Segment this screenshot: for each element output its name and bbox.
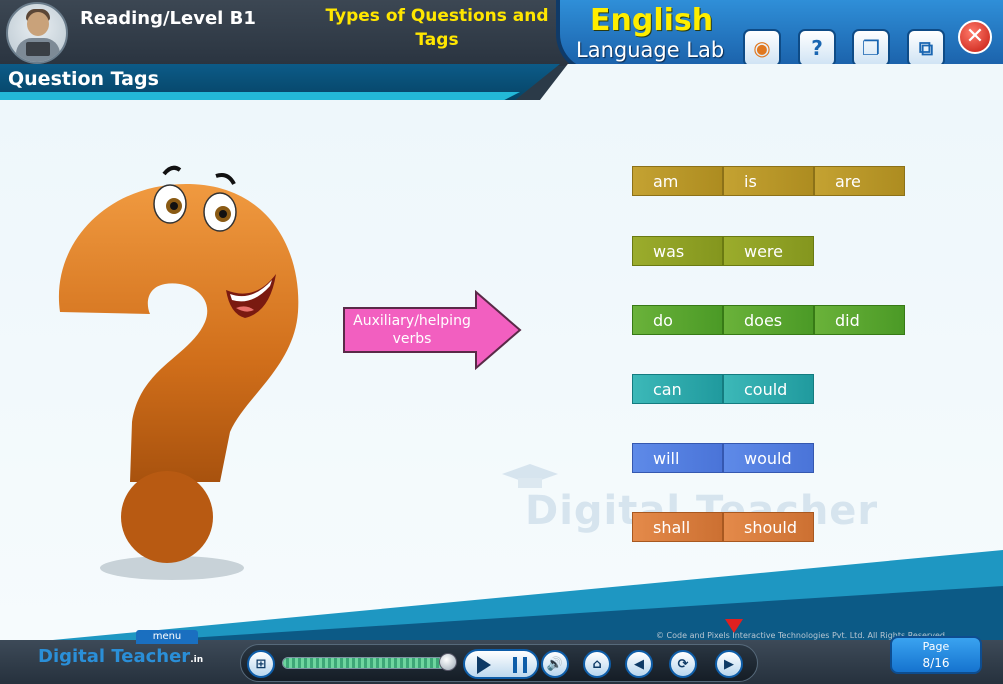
verb-cell: shall — [632, 512, 723, 542]
progress-handle[interactable] — [439, 653, 457, 671]
speaker-icon: 🔊 — [546, 656, 564, 672]
progress-fill — [283, 658, 443, 668]
verb-row-do: do does did — [632, 305, 905, 335]
home-button[interactable]: ⌂ — [583, 650, 611, 678]
reader-avatar-icon — [6, 2, 68, 64]
brand-part2: Teacher — [111, 646, 191, 667]
close-icon: ✕ — [965, 24, 985, 49]
verb-cell: could — [723, 374, 814, 404]
menu-button[interactable]: menu — [136, 630, 198, 644]
replay-button[interactable]: ⟳ — [669, 650, 697, 678]
question-mark-character-icon — [58, 165, 299, 580]
glossary-button[interactable]: ◉ — [743, 29, 781, 67]
verb-cell: did — [814, 305, 905, 335]
brand-part1: Digital — [38, 646, 106, 667]
back-arrow-icon: ◀ — [634, 656, 644, 672]
pause-icon — [513, 657, 527, 673]
verb-cell: will — [632, 443, 723, 473]
play-icon — [477, 656, 491, 674]
help-button[interactable]: ? — [798, 29, 836, 67]
home-icon: ⌂ — [592, 656, 602, 672]
position-marker-icon — [725, 619, 743, 633]
next-button[interactable]: ▶ — [715, 650, 743, 678]
progress-bar[interactable] — [282, 657, 452, 669]
notes-button[interactable]: ❐ — [852, 29, 890, 67]
forward-arrow-icon: ▶ — [724, 656, 734, 672]
verb-cell: am — [632, 166, 723, 196]
section-title: Question Tags — [8, 68, 159, 90]
windows-icon: ⧉ — [918, 36, 934, 60]
topic-title: Types of Questions and Tags — [325, 6, 549, 50]
lab-title: English — [590, 3, 714, 38]
verb-row-shall: shall should — [632, 512, 814, 542]
verb-cell: were — [723, 236, 814, 266]
page-label: Page — [922, 640, 950, 653]
open-book-icon: ❐ — [862, 36, 880, 60]
level-title: Reading/Level B1 — [80, 8, 256, 29]
question-icon: ? — [811, 36, 823, 60]
lab-subtitle: Language Lab — [576, 38, 725, 62]
tree-icon: ⊞ — [255, 656, 267, 672]
close-button[interactable]: ✕ — [958, 20, 992, 54]
player-controls: ⊞ 🔊 ⌂ ◀ ⟳ ▶ — [240, 644, 758, 682]
window-button[interactable]: ⧉ — [907, 29, 945, 67]
arrow-label: Auxiliary/helping verbs — [353, 313, 471, 347]
verb-cell: do — [632, 305, 723, 335]
verb-cell: would — [723, 443, 814, 473]
page-indicator: Page 8/16 — [890, 636, 982, 674]
verb-cell: can — [632, 374, 723, 404]
volume-button[interactable]: 🔊 — [541, 650, 569, 678]
section-accent — [0, 92, 520, 100]
verb-cell: does — [723, 305, 814, 335]
verb-cell: was — [632, 236, 723, 266]
play-pause-control[interactable] — [463, 649, 539, 679]
refresh-icon: ⟳ — [677, 656, 689, 672]
page-number: 8/16 — [922, 656, 950, 670]
verb-row-can: can could — [632, 374, 814, 404]
language-lab-panel: English Language Lab ◉ ? ❐ ⧉ ✕ — [556, 0, 1003, 74]
verb-cell: is — [723, 166, 814, 196]
verb-cell: should — [723, 512, 814, 542]
verb-row-be-past: was were — [632, 236, 814, 266]
brand-tld: .in — [190, 655, 204, 665]
verb-row-be-present: am is are — [632, 166, 905, 196]
index-tree-button[interactable]: ⊞ — [247, 650, 275, 678]
verb-cell: are — [814, 166, 905, 196]
content-area: Digital Teacher Auxiliary/helping verbs — [0, 100, 1003, 642]
content-top-edge — [540, 64, 1003, 100]
brand-logo: Digital Teacher.in — [38, 646, 203, 667]
previous-button[interactable]: ◀ — [625, 650, 653, 678]
verb-row-will: will would — [632, 443, 814, 473]
menu-label: menu — [152, 631, 182, 642]
book-face-icon: ◉ — [753, 36, 771, 60]
